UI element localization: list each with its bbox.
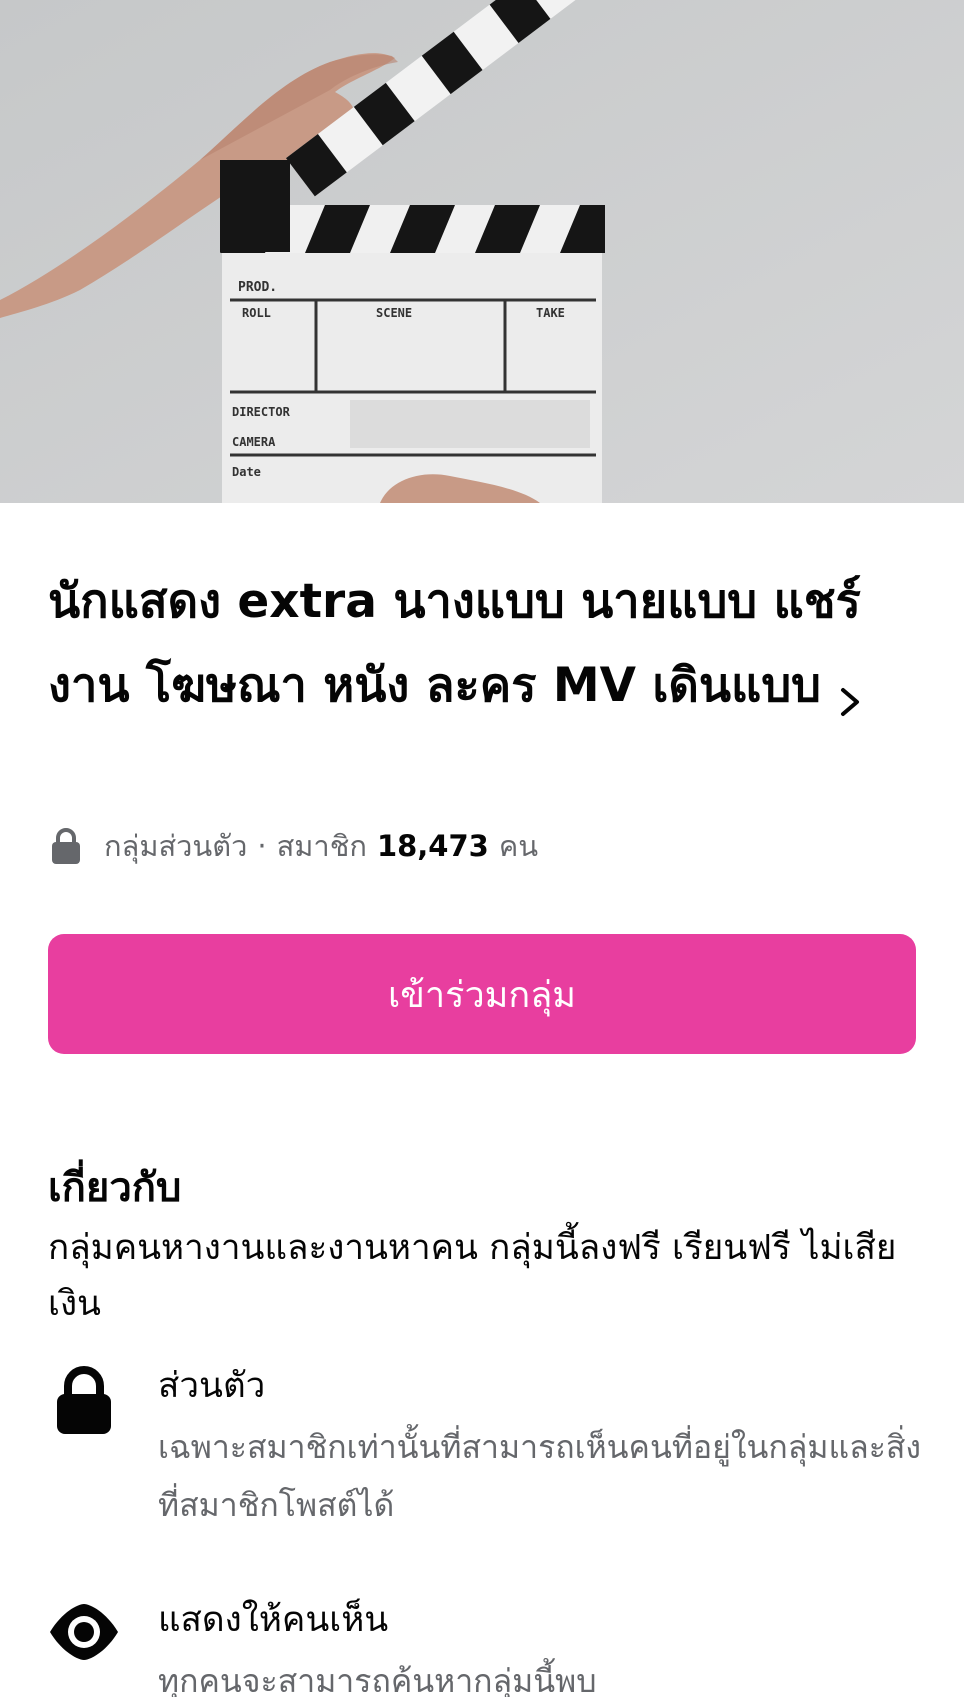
clapperboard-image: PROD. ROLL SCENE TAKE DIRECTOR CAMERA Da… bbox=[0, 0, 964, 503]
feature-private-title: ส่วนตัว bbox=[158, 1366, 266, 1406]
meta-separator: · bbox=[257, 829, 267, 863]
clapper-label-take: TAKE bbox=[536, 306, 565, 320]
member-count[interactable]: 18,473 bbox=[377, 829, 489, 863]
group-title-text[interactable]: นักแสดง extra นางแบบ นายแบบ แชร์งาน โฆษณ… bbox=[48, 574, 861, 713]
chevron-right-icon[interactable] bbox=[835, 665, 865, 716]
clapper-label-date: Date bbox=[232, 465, 261, 479]
group-title[interactable]: นักแสดง extra นางแบบ นายแบบ แชร์งาน โฆษณ… bbox=[48, 560, 928, 728]
lock-icon bbox=[57, 1366, 111, 1434]
lock-icon bbox=[52, 828, 80, 864]
group-cover-photo[interactable]: PROD. ROLL SCENE TAKE DIRECTOR CAMERA Da… bbox=[0, 0, 964, 503]
group-meta: กลุ่มส่วนตัว · สมาชิก 18,473 คน bbox=[50, 822, 538, 870]
clapper-label-camera: CAMERA bbox=[232, 435, 276, 449]
group-page: PROD. ROLL SCENE TAKE DIRECTOR CAMERA Da… bbox=[0, 0, 964, 1697]
feature-visible-description: ทุกคนจะสามารถค้นหากลุ่มนี้พบ bbox=[158, 1662, 597, 1697]
clapper-label-scene: SCENE bbox=[376, 306, 412, 320]
join-group-button[interactable]: เข้าร่วมกลุ่ม bbox=[48, 934, 916, 1054]
clapper-label-roll: ROLL bbox=[242, 306, 271, 320]
eye-icon bbox=[50, 1604, 118, 1660]
clapper-label-director: DIRECTOR bbox=[232, 405, 291, 419]
members-prefix: สมาชิก bbox=[276, 829, 367, 863]
feature-private-description: เฉพาะสมาชิกเท่านั้นที่สามารถเห็นคนที่อยู… bbox=[158, 1428, 922, 1524]
members-suffix: คน bbox=[498, 829, 539, 863]
about-heading: เกี่ยวกับ bbox=[48, 1165, 182, 1211]
about-description: กลุ่มคนหางานและงานหาคน กลุ่มนี้ลงฟรี เรี… bbox=[48, 1228, 897, 1324]
clapper-label-prod: PROD. bbox=[238, 280, 277, 295]
privacy-label: กลุ่มส่วนตัว bbox=[104, 829, 248, 863]
feature-visible-title: แสดงให้คนเห็น bbox=[158, 1600, 389, 1640]
